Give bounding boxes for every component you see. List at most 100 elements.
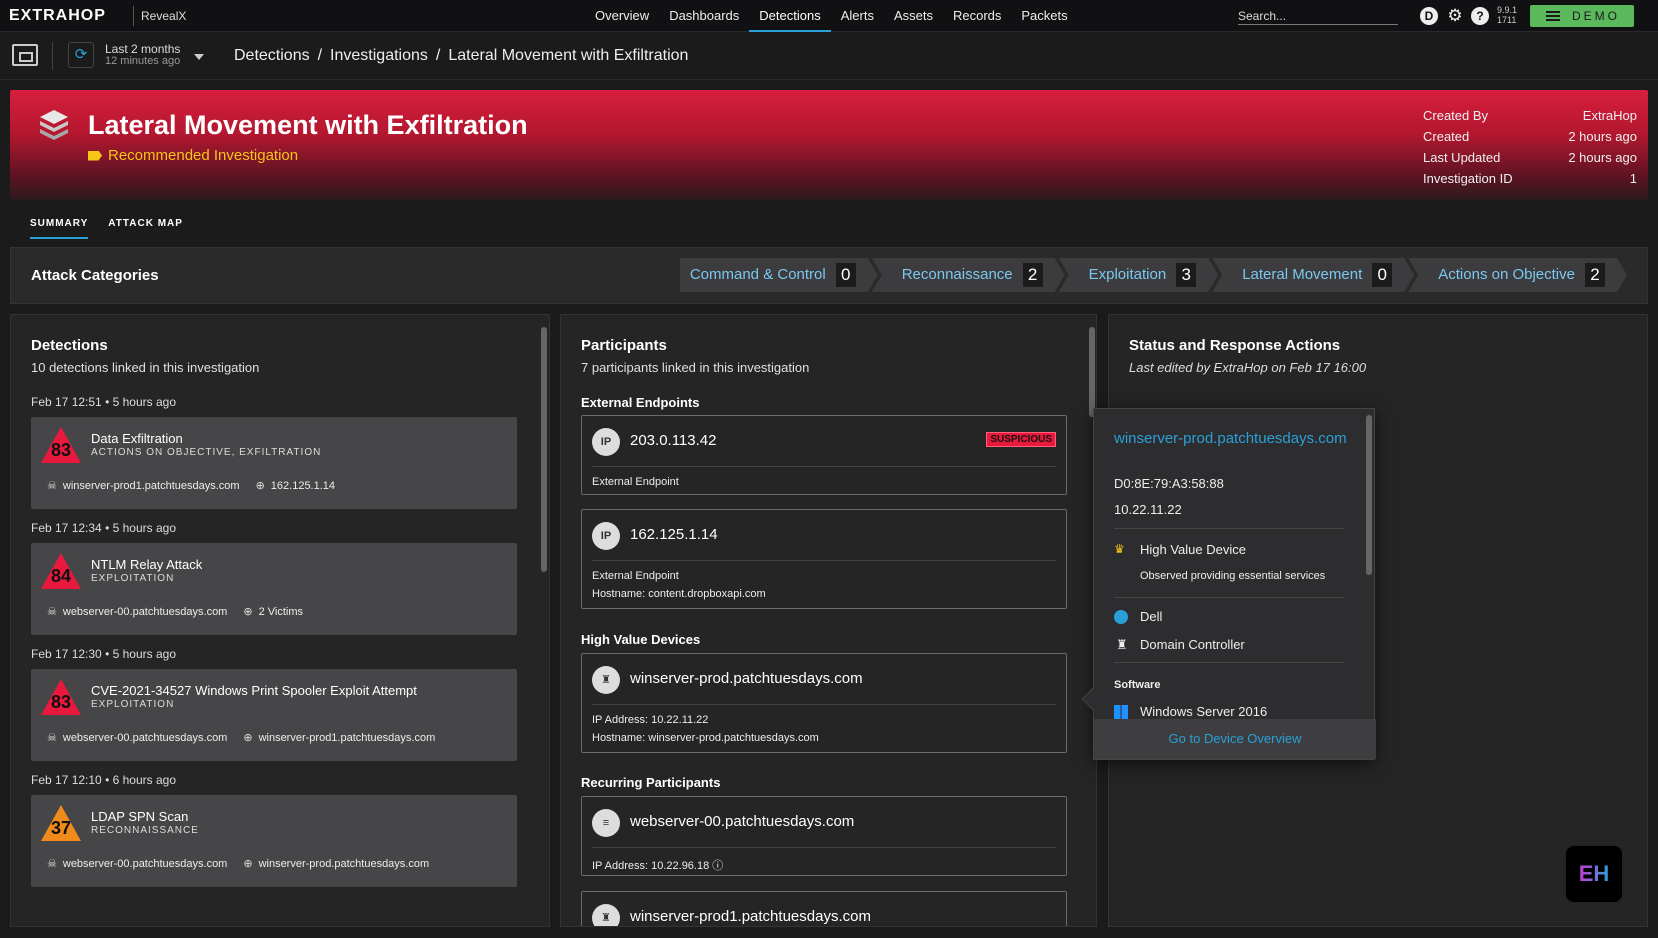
time-range-label: Last 2 months (105, 42, 181, 56)
participant-type: External Endpoint (592, 476, 679, 488)
help-icon[interactable]: ? (1471, 7, 1489, 25)
participant-card[interactable]: ♜ winserver-prod1.patchtuesdays.com (581, 891, 1067, 926)
detection-item: Feb 17 12:34 • 5 hours ago 84 NTLM Relay… (31, 521, 517, 635)
detection-card[interactable]: 83 CVE-2021-34527 Windows Print Spooler … (31, 669, 517, 761)
offender[interactable]: ☠ winserver-prod1.patchtuesdays.com (47, 479, 240, 492)
nav-records[interactable]: Records (943, 0, 1011, 32)
category-exploitation[interactable]: Exploitation 3 (1059, 258, 1219, 292)
detection-name: NTLM Relay Attack (91, 557, 203, 572)
extrahop-logo[interactable]: EXTRAHOP (9, 7, 106, 25)
category-command-control[interactable]: Command & Control 0 (680, 258, 878, 292)
offender[interactable]: ☠ webserver-00.patchtuesdays.com (47, 857, 227, 870)
detection-time: Feb 17 12:51 • 5 hours ago (31, 395, 176, 409)
domain-controller-icon: ♜ (592, 904, 620, 926)
participant-card[interactable]: IP 162.125.1.14 External Endpoint Hostna… (581, 509, 1067, 609)
detection-timestamp: Feb 17 12:10 (31, 773, 102, 787)
extrahop-assistant-icon[interactable]: EH (1566, 846, 1622, 902)
high-value-description: Observed providing essential services (1140, 570, 1326, 582)
offender[interactable]: ☠ webserver-00.patchtuesdays.com (47, 605, 227, 618)
detection-card[interactable]: 83 Data Exfiltration ACTIONS ON OBJECTIV… (31, 417, 517, 509)
detection-timestamp: Feb 17 12:34 (31, 521, 102, 535)
device-name-link[interactable]: winserver-prod.patchtuesdays.com (1114, 430, 1354, 448)
offender[interactable]: ☠ webserver-00.patchtuesdays.com (47, 731, 227, 744)
meta-created: Created 2 hours ago (1423, 129, 1637, 150)
victim[interactable]: ⊕ winserver-prod.patchtuesdays.com (243, 857, 429, 870)
category-count: 3 (1176, 263, 1196, 287)
meta-created-by: Created By ExtraHop (1423, 108, 1637, 129)
victim-name: winserver-prod1.patchtuesdays.com (258, 732, 436, 744)
participant-card[interactable]: ≡ webserver-00.patchtuesdays.com IP Addr… (581, 796, 1067, 876)
global-search-input[interactable] (1238, 7, 1398, 25)
participants-scrollbar[interactable] (1089, 327, 1095, 417)
category-label: Lateral Movement (1242, 266, 1363, 283)
detection-participants: ☠ webserver-00.patchtuesdays.com ⊕ winserv… (47, 857, 429, 870)
victim-name: 162.125.1.14 (270, 480, 336, 492)
detection-card[interactable]: 37 LDAP SPN Scan RECONNAISSANCE ☠ webserv… (31, 795, 517, 887)
nav-assets[interactable]: Assets (884, 0, 943, 32)
popover-scrollbar[interactable] (1366, 415, 1372, 575)
software-title: Software (1114, 679, 1161, 691)
breadcrumb-separator: / (435, 47, 441, 64)
category-reconnaissance[interactable]: Reconnaissance 2 (872, 258, 1065, 292)
detection-category: RECONNAISSANCE (91, 825, 199, 836)
exit-view-icon[interactable] (12, 44, 38, 66)
victim[interactable]: ⊕ 2 Victims (243, 605, 303, 618)
breadcrumb-investigations[interactable]: Investigations (330, 47, 428, 65)
investigation-type: Recommended Investigation (88, 147, 298, 164)
device-vendor: Dell (1140, 609, 1163, 624)
category-label: Reconnaissance (901, 266, 1013, 283)
investigation-metadata: Created By ExtraHop Created 2 hours ago La… (1423, 108, 1637, 192)
high-value-label: High Value Device (1140, 542, 1246, 557)
investigation-icon (40, 110, 68, 140)
top-navigation: EXTRAHOP RevealX Overview Dashboards Det… (0, 0, 1658, 32)
investigation-banner: Lateral Movement with Exfiltration Recom… (10, 90, 1648, 200)
detection-category: EXPLOITATION (91, 699, 175, 710)
nav-alerts[interactable]: Alerts (831, 0, 884, 32)
time-selector[interactable]: Last 2 months 12 minutes ago (105, 43, 180, 67)
nav-overview[interactable]: Overview (585, 0, 659, 32)
nav-detections[interactable]: Detections (749, 0, 831, 32)
attack-categories-title: Attack Categories (31, 267, 159, 284)
version-number: 9.9.1 (1497, 5, 1518, 15)
offender-name: webserver-00.patchtuesdays.com (62, 606, 228, 618)
detection-participants: ☠ webserver-00.patchtuesdays.com ⊕ winserv… (47, 731, 435, 744)
victim-name: winserver-prod.patchtuesdays.com (258, 858, 430, 870)
user-avatar[interactable]: D (1420, 7, 1438, 25)
victim[interactable]: ⊕ 162.125.1.14 (256, 479, 335, 492)
offender-name: webserver-00.patchtuesdays.com (62, 858, 228, 870)
status-title: Status and Response Actions (1129, 337, 1341, 354)
popover-divider (1114, 662, 1344, 663)
nav-dashboards[interactable]: Dashboards (659, 0, 749, 32)
demo-menu-button[interactable]: DEMO (1530, 5, 1634, 27)
tab-attack-map[interactable]: ATTACK MAP (108, 218, 183, 239)
detections-panel: Detections 10 detections linked in this … (10, 314, 550, 927)
menu-icon (1546, 11, 1560, 21)
victim-name: 2 Victims (258, 606, 303, 618)
participant-name: webserver-00.patchtuesdays.com (630, 813, 855, 830)
victim[interactable]: ⊕ winserver-prod1.patchtuesdays.com (243, 731, 435, 744)
participant-hostname: Hostname: winserver-prod.patchtuesdays.c… (592, 732, 819, 744)
gear-icon[interactable]: ⚙ (1446, 7, 1464, 25)
participant-card[interactable]: ♜ winserver-prod.patchtuesdays.com IP Ad… (581, 653, 1067, 753)
detections-scrollbar[interactable] (541, 327, 547, 572)
category-actions-on-objective[interactable]: Actions on Objective 2 (1408, 258, 1627, 292)
detection-category: ACTIONS ON OBJECTIVE, EXFILTRATION (91, 447, 322, 458)
info-icon[interactable]: ⓘ (712, 860, 723, 872)
category-count: 0 (1372, 263, 1392, 287)
nav-packets[interactable]: Packets (1011, 0, 1077, 32)
category-lateral-movement[interactable]: Lateral Movement 0 (1212, 258, 1414, 292)
detections-subtitle: 10 detections linked in this investigati… (31, 360, 260, 375)
tab-summary[interactable]: SUMMARY (30, 218, 89, 239)
meta-label: Created By (1423, 108, 1489, 123)
go-to-device-overview-link[interactable]: Go to Device Overview (1094, 719, 1376, 759)
participant-card[interactable]: IP 203.0.113.42 SUSPICIOUS External Endp… (581, 415, 1067, 495)
meta-value: ExtraHop (1582, 108, 1637, 123)
assistant-logo-text: EH (1578, 861, 1610, 886)
detection-card[interactable]: 84 NTLM Relay Attack EXPLOITATION ☠ webse… (31, 543, 517, 635)
crown-icon: ♛ (1114, 542, 1125, 556)
breadcrumb-detections[interactable]: Detections (234, 47, 310, 65)
refresh-icon[interactable]: ⟳ (68, 42, 94, 68)
chevron-down-icon[interactable] (194, 54, 204, 60)
meta-value: 2 hours ago (1568, 129, 1637, 144)
card-divider (592, 466, 1056, 467)
